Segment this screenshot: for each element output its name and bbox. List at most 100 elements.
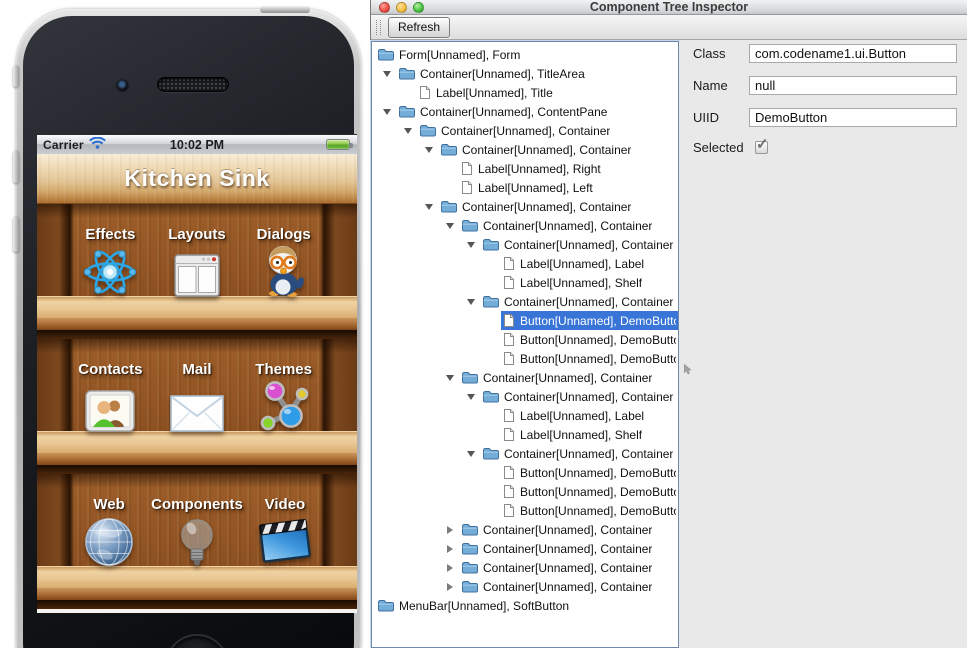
tree-row-label: Label[Unnamed], Right [478,162,601,176]
tree-row[interactable]: Label[Unnamed], Title [372,83,678,102]
zoom-button[interactable] [413,2,424,13]
tree-row[interactable]: Container[Unnamed], Container [372,292,678,311]
tree-row[interactable]: Label[Unnamed], Left [372,178,678,197]
app-layouts[interactable]: Layouts [154,226,241,297]
tree-row[interactable]: MenuBar[Unnamed], SoftButton [372,596,678,615]
collapsed-arrow-icon[interactable] [443,577,457,596]
shelf-section: Contacts [37,339,357,474]
tree-row-label: Label[Unnamed], Left [478,181,593,195]
expanded-arrow-icon[interactable] [464,444,478,463]
tree-row-content: Label[Unnamed], Shelf [501,273,678,292]
app-contacts[interactable]: Contacts [67,361,154,432]
checkmark-icon: ✓ [756,135,769,153]
tree-row[interactable]: Button[Unnamed], DemoButton [372,330,678,349]
tree-row-label: MenuBar[Unnamed], SoftButton [399,599,569,613]
tree-row[interactable]: Label[Unnamed], Shelf [372,273,678,292]
tree-row[interactable]: Container[Unnamed], Container [372,444,678,463]
penguin-icon [261,243,307,297]
expanded-arrow-icon[interactable] [443,368,457,387]
app-effects[interactable]: Effects [67,226,154,297]
collapsed-arrow-icon[interactable] [443,558,457,577]
class-field[interactable] [749,44,957,63]
tree-row[interactable]: Label[Unnamed], Label [372,254,678,273]
tree-row[interactable]: Container[Unnamed], Container [372,140,678,159]
app-web[interactable]: Web [67,496,151,567]
tree-row[interactable]: Container[Unnamed], Container [372,121,678,140]
tree-row[interactable]: Container[Unnamed], Container [372,216,678,235]
collapsed-arrow-icon[interactable] [443,539,457,558]
tree-row[interactable]: Label[Unnamed], Shelf [372,425,678,444]
file-icon [503,427,515,442]
tree-row[interactable]: Container[Unnamed], ContentPane [372,102,678,121]
refresh-button[interactable]: Refresh [388,17,450,38]
collapsed-arrow-icon[interactable] [443,520,457,539]
tree-row[interactable]: Container[Unnamed], Container [372,368,678,387]
expanded-arrow-icon[interactable] [464,292,478,311]
toolbar-drag-handle[interactable] [376,20,381,35]
tree-row-content: Container[Unnamed], Container [459,539,678,558]
folder-icon [461,523,478,536]
mouse-cursor [684,364,693,375]
tree-row[interactable]: Container[Unnamed], Container [372,577,678,596]
tree-row[interactable]: Container[Unnamed], Container [372,197,678,216]
tree-row[interactable]: Container[Unnamed], Container [372,558,678,577]
uiid-field[interactable] [749,108,957,127]
power-button[interactable] [260,6,310,13]
app-dialogs[interactable]: Dialogs [240,226,327,297]
volume-down-button[interactable] [13,216,19,252]
expanded-arrow-icon[interactable] [380,102,394,121]
tree-row[interactable]: Container[Unnamed], Container [372,520,678,539]
app-label: Mail [182,361,211,378]
tree-row[interactable]: Button[Unnamed], DemoButton [372,349,678,368]
app-video[interactable]: Video [243,496,327,567]
window-title-bar[interactable]: Component Tree Inspector [371,0,967,15]
expanded-arrow-icon[interactable] [464,235,478,254]
expanded-arrow-icon[interactable] [464,387,478,406]
minimize-button[interactable] [396,2,407,13]
tree-row[interactable]: Button[Unnamed], DemoButton [372,501,678,520]
tree-row[interactable]: Container[Unnamed], Container [372,387,678,406]
tree-row[interactable]: Form[Unnamed], Form [372,45,678,64]
tree-row[interactable]: Label[Unnamed], Right [372,159,678,178]
tree-row-content: Container[Unnamed], ContentPane [396,102,678,121]
file-icon [503,275,515,290]
selected-checkbox[interactable]: ✓ [755,141,768,154]
tree-row[interactable]: Container[Unnamed], TitleArea [372,64,678,83]
folder-icon [377,599,394,612]
tree-row[interactable]: Label[Unnamed], Label [372,406,678,425]
iphone-device-frame: Carrier 10:02 PM Kitchen Sink [16,9,361,648]
component-tree[interactable]: Form[Unnamed], FormContainer[Unnamed], T… [371,41,679,648]
expanded-arrow-icon[interactable] [422,140,436,159]
tree-row-label: Label[Unnamed], Shelf [520,428,642,442]
tree-row-content: Container[Unnamed], Container [480,235,678,254]
tree-row[interactable]: Button[Unnamed], DemoButton [372,463,678,482]
app-mail[interactable]: Mail [154,361,241,432]
expanded-arrow-icon[interactable] [443,216,457,235]
mute-switch[interactable] [13,65,19,87]
phone-screen: Carrier 10:02 PM Kitchen Sink [37,134,357,613]
app-components[interactable]: Components [151,496,243,567]
app-themes[interactable]: Themes [240,361,327,432]
screen-bottom-line [37,609,357,613]
tree-row-content: Container[Unnamed], Container [438,197,678,216]
app-label: Video [265,496,306,513]
volume-up-button[interactable] [13,150,19,183]
earpiece-speaker [157,77,229,92]
tree-row[interactable]: Button[Unnamed], DemoButton [372,311,678,330]
tree-row[interactable]: Container[Unnamed], Container [372,235,678,254]
name-field[interactable] [749,76,957,95]
tree-row-content: Container[Unnamed], Container [480,444,678,463]
tree-row[interactable]: Container[Unnamed], Container [372,539,678,558]
folder-icon [440,200,457,213]
tree-row[interactable]: Button[Unnamed], DemoButton [372,482,678,501]
tree-row-content: Button[Unnamed], DemoButton [501,330,678,349]
expanded-arrow-icon[interactable] [401,121,415,140]
close-button[interactable] [379,2,390,13]
tree-row-content: Container[Unnamed], TitleArea [396,64,678,83]
file-icon [461,180,473,195]
expanded-arrow-icon[interactable] [422,197,436,216]
selected-field-label: Selected [693,140,749,155]
home-button[interactable] [165,634,229,648]
expanded-arrow-icon[interactable] [380,64,394,83]
clapperboard-icon [258,518,312,567]
